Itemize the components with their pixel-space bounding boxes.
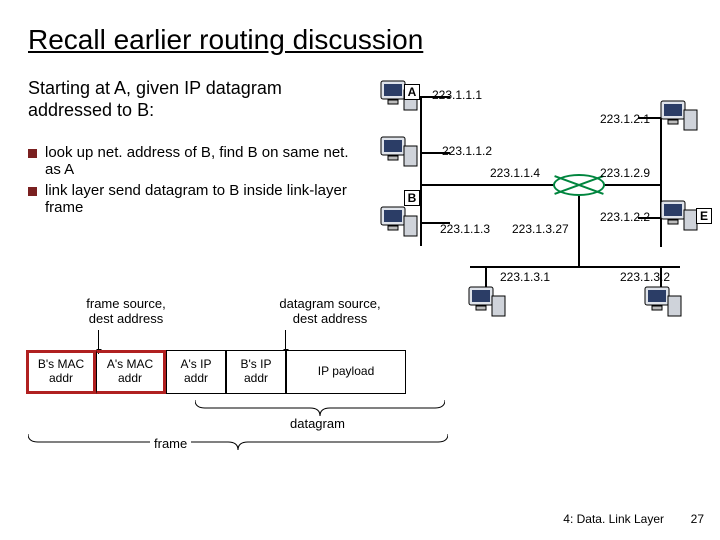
brace-datagram	[195, 400, 445, 416]
wire	[420, 184, 555, 186]
pc-icon	[644, 286, 682, 318]
label-datagram: datagram	[290, 416, 345, 431]
pc-icon	[468, 286, 506, 318]
wire	[578, 196, 580, 266]
footer-page-number: 27	[691, 512, 704, 526]
bullet-text: look up net. address of B, find B on sam…	[45, 144, 358, 178]
ip-label: 223.1.1.2	[442, 144, 492, 158]
ip-label: 223.1.3.1	[500, 270, 550, 284]
footer-chapter: 4: Data. Link Layer	[563, 512, 664, 526]
ip-label: 223.1.1.4	[490, 166, 540, 180]
pc-icon	[660, 100, 698, 132]
caption-frame-addr: frame source, dest address	[66, 296, 186, 326]
cell-mac-dst: B's MAC addr	[26, 350, 96, 394]
ip-label: 223.1.3.27	[512, 222, 569, 236]
lead-text: Starting at A, given IP datagram address…	[28, 78, 338, 121]
slide-title: Recall earlier routing discussion	[28, 24, 423, 56]
host-label-a: A	[404, 84, 420, 100]
bullet-list: look up net. address of B, find B on sam…	[28, 140, 358, 220]
cell-ip-src: A's IP addr	[166, 350, 226, 394]
brace-frame	[28, 434, 448, 450]
bullet-icon	[28, 187, 37, 196]
wire	[603, 184, 661, 186]
encap-frame: B's MAC addr A's MAC addr A's IP addr B'…	[26, 350, 466, 394]
wire	[485, 266, 487, 288]
network-diagram: A B E 223.1.1.1 223.1.1.2 223.1.1.3 223.…	[360, 72, 720, 342]
ip-label: 223.1.3.2	[620, 270, 670, 284]
cell-ip-dst: B's IP addr	[226, 350, 286, 394]
ip-label: 223.1.1.1	[432, 88, 482, 102]
host-label-e: E	[696, 208, 712, 224]
cell-mac-src: A's MAC addr	[96, 350, 166, 394]
ip-label: 223.1.1.3	[440, 222, 490, 236]
label-frame: frame	[150, 436, 191, 451]
pc-icon	[380, 136, 418, 168]
host-label-b: B	[404, 190, 420, 206]
ip-label: 223.1.2.2	[600, 210, 650, 224]
bullet-icon	[28, 149, 37, 158]
ip-label: 223.1.2.1	[600, 112, 650, 126]
bullet-text: link layer send datagram to B inside lin…	[45, 182, 358, 216]
wire	[470, 266, 680, 268]
ip-label: 223.1.2.9	[600, 166, 650, 180]
pc-icon	[380, 206, 418, 238]
router-icon	[553, 174, 605, 196]
bullet-item: look up net. address of B, find B on sam…	[28, 144, 358, 178]
pc-icon	[660, 200, 698, 232]
cell-payload: IP payload	[286, 350, 406, 394]
bullet-item: link layer send datagram to B inside lin…	[28, 182, 358, 216]
